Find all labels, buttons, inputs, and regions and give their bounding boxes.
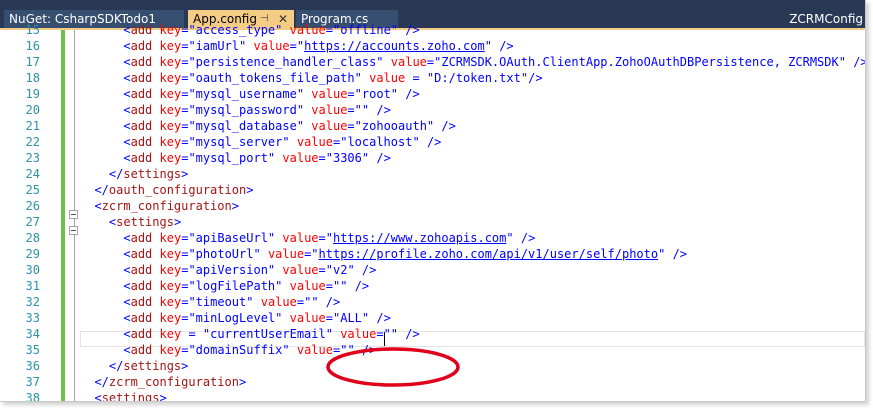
- code-line[interactable]: <add key="iamUrl" value="https://account…: [80, 38, 513, 54]
- code-line[interactable]: </settings>: [80, 166, 188, 182]
- code-line[interactable]: <add key="apiVersion" value="v2" />: [80, 262, 376, 278]
- line-number: 23: [25, 151, 40, 165]
- change-tracking-bar: [61, 30, 65, 401]
- line-number: 16: [25, 39, 40, 53]
- collapse-toggle-icon[interactable]: [69, 226, 78, 235]
- line-number: 35: [25, 343, 40, 357]
- code-line[interactable]: <add key="mysql_database" value="zohooau…: [80, 118, 455, 134]
- code-line[interactable]: <add key="timeout" value="" />: [80, 294, 340, 310]
- tab-label: ZCRMConfig: [789, 12, 863, 26]
- line-number: 19: [25, 87, 40, 101]
- line-number: 33: [25, 311, 40, 325]
- code-line[interactable]: <settings>: [80, 390, 166, 401]
- line-number: 30: [25, 263, 40, 277]
- line-number: 21: [25, 119, 40, 133]
- line-number: 17: [25, 55, 40, 69]
- code-line[interactable]: <zcrm_configuration>: [80, 198, 239, 214]
- line-number: 36: [25, 359, 40, 373]
- line-number: 24: [25, 167, 40, 181]
- line-number: 15: [25, 23, 40, 37]
- code-line[interactable]: <add key="photoUrl" value="https://profi…: [80, 246, 687, 262]
- code-line[interactable]: <settings>: [80, 214, 181, 230]
- line-number: 38: [25, 391, 40, 402]
- code-line[interactable]: <add key="access_type" value="offline" /…: [80, 22, 419, 38]
- code-line[interactable]: <add key="mysql_port" value="3306" />: [80, 150, 390, 166]
- line-number: 22: [25, 135, 40, 149]
- code-line[interactable]: <add key="mysql_password" value="" />: [80, 102, 390, 118]
- line-number: 31: [25, 279, 40, 293]
- line-number: 27: [25, 215, 40, 229]
- code-line[interactable]: <add key="mysql_server" value="localhost…: [80, 134, 441, 150]
- line-number: 26: [25, 199, 40, 213]
- line-number-gutter: 15 16 17 18 19 20 21 22 23 24 25 26 27 28 29 30 31 32 33 34…: [0, 23, 48, 402]
- line-number: 18: [25, 71, 40, 85]
- line-number: 32: [25, 295, 40, 309]
- code-line[interactable]: </settings>: [80, 358, 188, 374]
- text-caret: [384, 332, 385, 346]
- code-line[interactable]: <add key = "currentUserEmail" value="" /…: [80, 326, 419, 342]
- editor-window: NuGet: CsharpSDKTodo1 App.config ⊣ ✕ Pro…: [0, 0, 866, 402]
- line-number: 28: [25, 231, 40, 245]
- code-editor[interactable]: 15 16 17 18 19 20 21 22 23 24 25 26 27 28 29 30 31 32 33 34…: [0, 23, 865, 402]
- annotation-ellipse: [326, 347, 460, 387]
- code-line[interactable]: <add key="persistence_handler_class" val…: [80, 54, 865, 70]
- line-number: 20: [25, 103, 40, 117]
- line-number: 29: [25, 247, 40, 261]
- code-line[interactable]: </oauth_configuration>: [80, 182, 253, 198]
- code-line[interactable]: </zcrm_configuration>: [80, 374, 246, 390]
- collapse-toggle-icon[interactable]: [69, 210, 78, 219]
- tab-zcrmconfig[interactable]: ZCRMConfig: [784, 10, 865, 28]
- code-line[interactable]: <add key="mysql_username" value="root" /…: [80, 86, 419, 102]
- line-number: 37: [25, 375, 40, 389]
- code-line[interactable]: <add key="logFilePath" value="" />: [80, 278, 369, 294]
- code-line[interactable]: <add key="minLogLevel" value="ALL" />: [80, 310, 390, 326]
- line-number: 25: [25, 183, 40, 197]
- line-number: 34: [25, 327, 40, 341]
- code-line[interactable]: <add key="apiBaseUrl" value="https://www…: [80, 230, 535, 246]
- code-line[interactable]: <add key="oauth_tokens_file_path" value …: [80, 70, 542, 86]
